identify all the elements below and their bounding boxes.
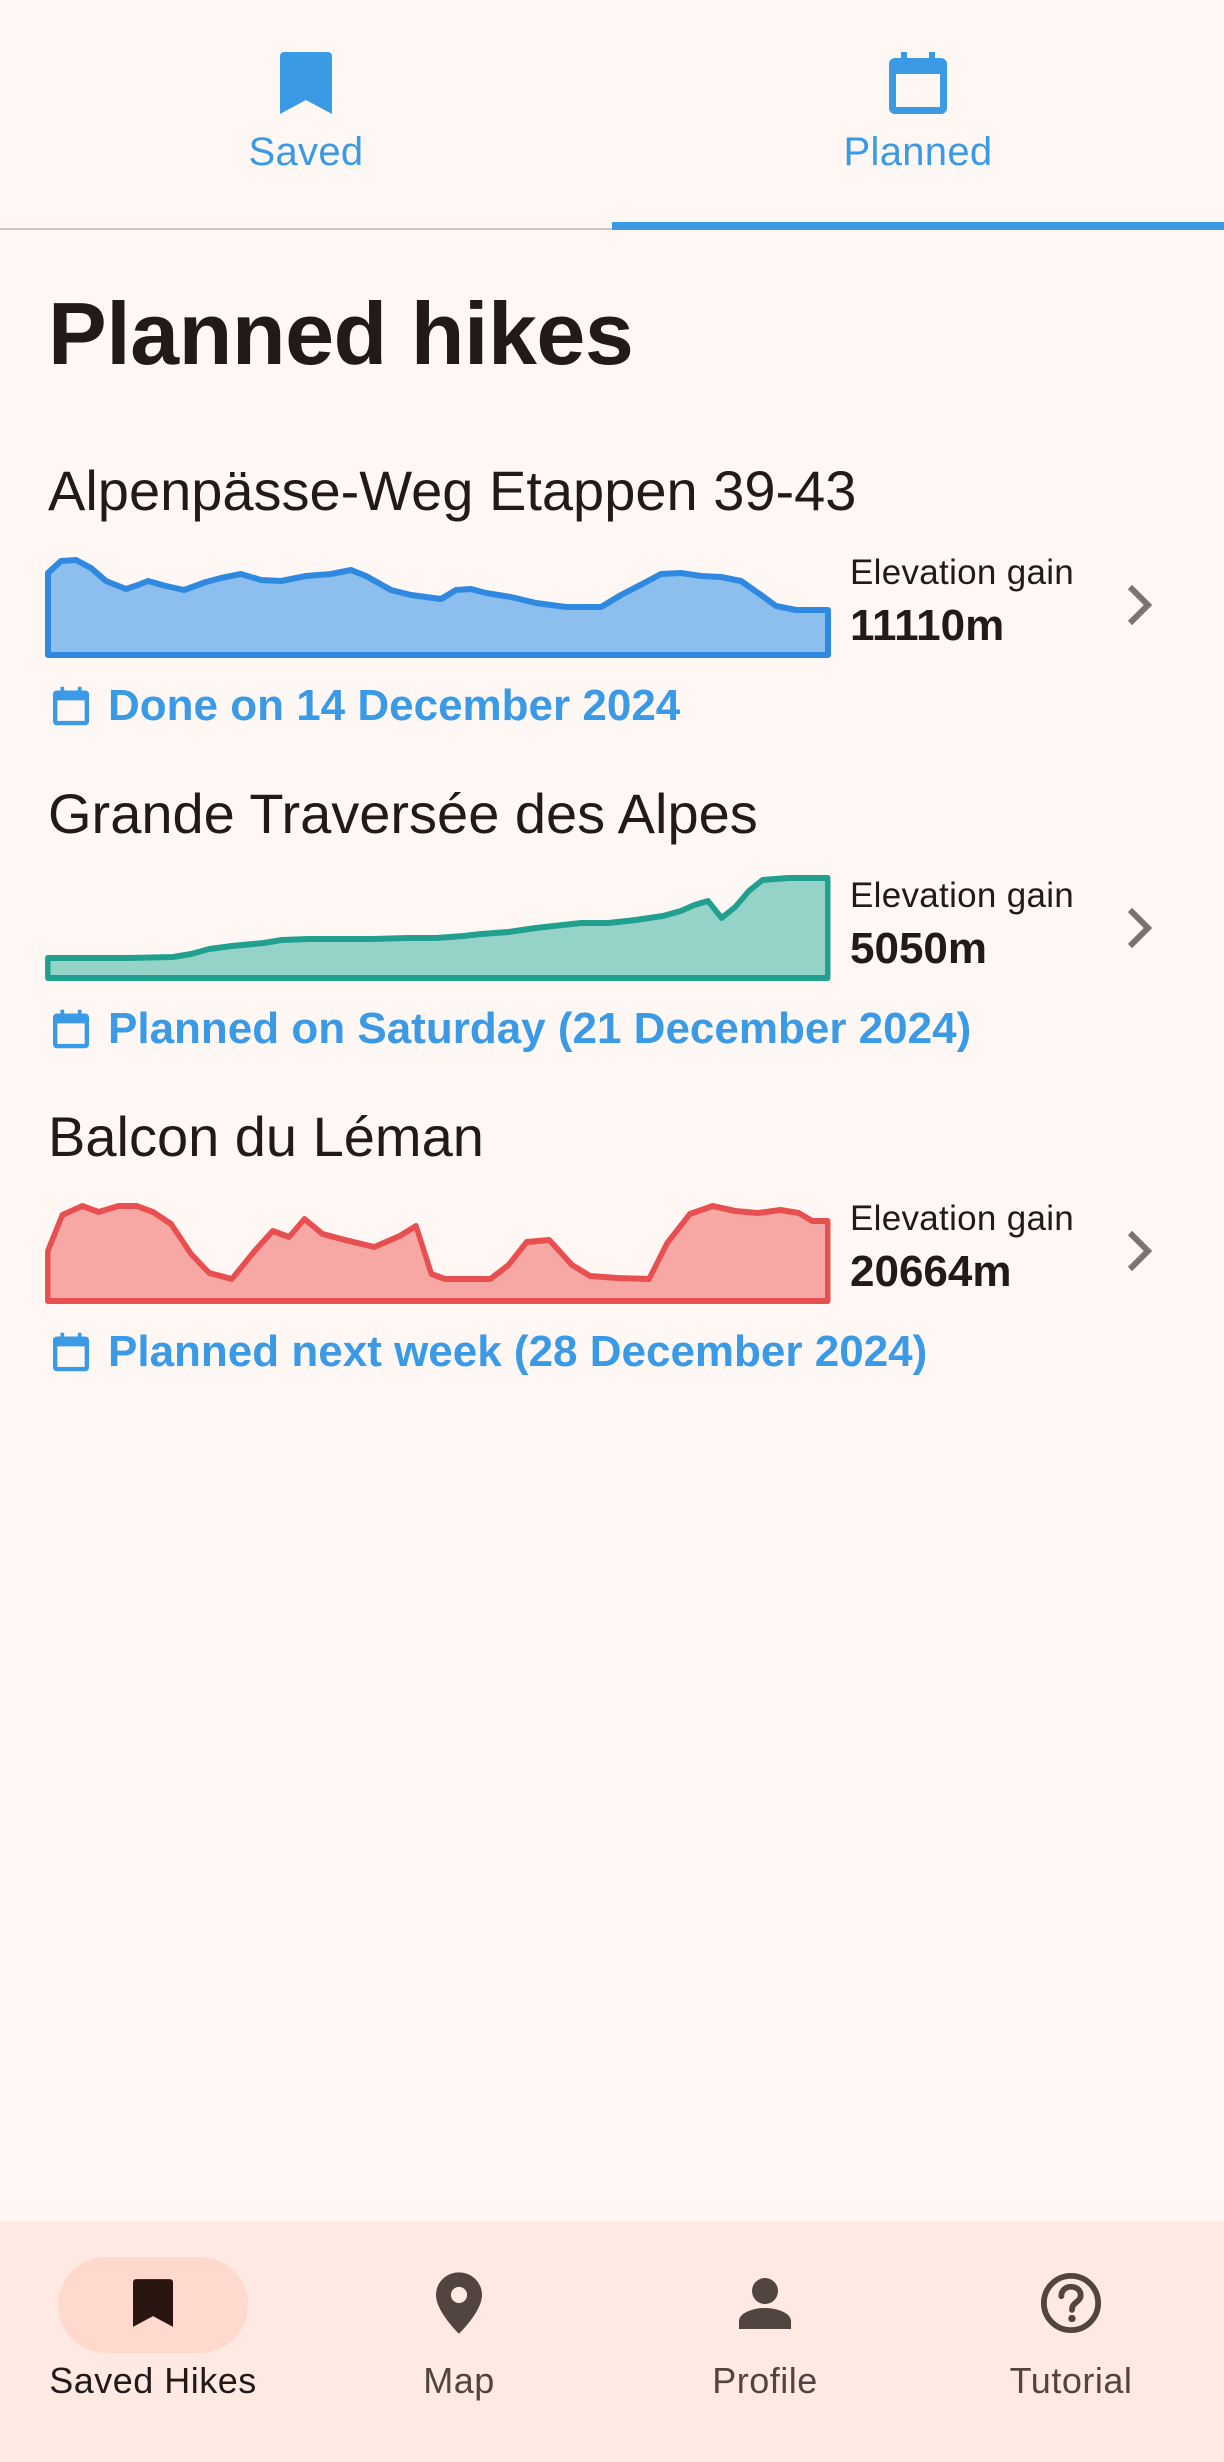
elevation-gain-label: Elevation gain <box>850 876 1075 915</box>
hike-name: Balcon du Léman <box>48 1105 484 1168</box>
bookmark-icon <box>273 50 339 116</box>
elevation-profile-area <box>45 1203 831 1304</box>
nav-active-indicator <box>58 2257 248 2353</box>
active-tab-indicator <box>612 222 1224 230</box>
elevation-gain-value: 11110m <box>850 601 1005 650</box>
nav-tutorial-label: Tutorial <box>1009 2360 1133 2401</box>
hike-date-text: Planned next week (28 December 2024) <box>108 1327 928 1376</box>
bookmark-icon <box>133 2277 173 2334</box>
tab-planned-label: Planned <box>843 130 993 174</box>
tab-saved[interactable]: Saved <box>0 0 612 228</box>
calendar-icon <box>48 1006 94 1052</box>
elevation-profile-chart <box>45 875 831 981</box>
nav-profile[interactable]: Profile <box>612 2221 918 2462</box>
elevation-gain: Elevation gain 5050m <box>850 878 1110 971</box>
elevation-gain: Elevation gain 20664m <box>850 1201 1110 1294</box>
tab-saved-label: Saved <box>248 130 364 174</box>
calendar-icon <box>885 50 951 116</box>
page-title: Planned hikes <box>48 284 634 383</box>
calendar-icon <box>48 1329 94 1375</box>
bottom-navigation-bar: Saved Hikes Map Profile Tutorial <box>0 2221 1224 2462</box>
elevation-gain: Elevation gain 11110m <box>850 555 1110 648</box>
nav-tutorial[interactable]: Tutorial <box>918 2221 1224 2462</box>
hike-name: Alpenpässe-Weg Etappen 39-43 <box>48 459 857 522</box>
nav-map-label: Map <box>423 2360 495 2401</box>
chevron-right-icon[interactable] <box>1118 1219 1162 1283</box>
hike-date-text: Done on 14 December 2024 <box>108 681 681 730</box>
help-circle-icon <box>1040 2272 1102 2339</box>
person-icon <box>739 2277 791 2334</box>
hike-card[interactable]: Alpenpässe-Weg Etappen 39-43 Elevation g… <box>0 463 1224 763</box>
elevation-profile-chart <box>45 1203 831 1304</box>
elevation-profile-area <box>45 875 831 981</box>
chevron-right-icon[interactable] <box>1118 896 1162 960</box>
nav-map[interactable]: Map <box>306 2221 612 2462</box>
elevation-gain-label: Elevation gain <box>850 553 1075 592</box>
hike-date: Planned on Saturday (21 December 2024) <box>48 1006 971 1052</box>
nav-profile-label: Profile <box>712 2360 818 2401</box>
elevation-gain-value: 5050m <box>850 924 988 973</box>
elevation-profile-chart <box>45 557 831 658</box>
elevation-gain-value: 20664m <box>850 1247 1012 1296</box>
nav-saved-hikes[interactable]: Saved Hikes <box>0 2221 306 2462</box>
top-tab-bar: Saved Planned <box>0 0 1224 230</box>
elevation-profile-area <box>45 557 831 658</box>
hike-name: Grande Traversée des Alpes <box>48 782 758 845</box>
hike-date: Done on 14 December 2024 <box>48 683 680 729</box>
tab-planned[interactable]: Planned <box>612 0 1224 230</box>
hike-card[interactable]: Balcon du Léman Elevation gain 20664m Pl… <box>0 1109 1224 1409</box>
calendar-icon <box>48 683 94 729</box>
elevation-gain-label: Elevation gain <box>850 1199 1075 1238</box>
hike-card[interactable]: Grande Traversée des Alpes Elevation gai… <box>0 786 1224 1086</box>
hike-date-text: Planned on Saturday (21 December 2024) <box>108 1004 972 1053</box>
nav-saved-hikes-label: Saved Hikes <box>49 2360 257 2401</box>
hike-date: Planned next week (28 December 2024) <box>48 1329 927 1375</box>
map-pin-icon <box>436 2271 482 2339</box>
chevron-right-icon[interactable] <box>1118 573 1162 637</box>
